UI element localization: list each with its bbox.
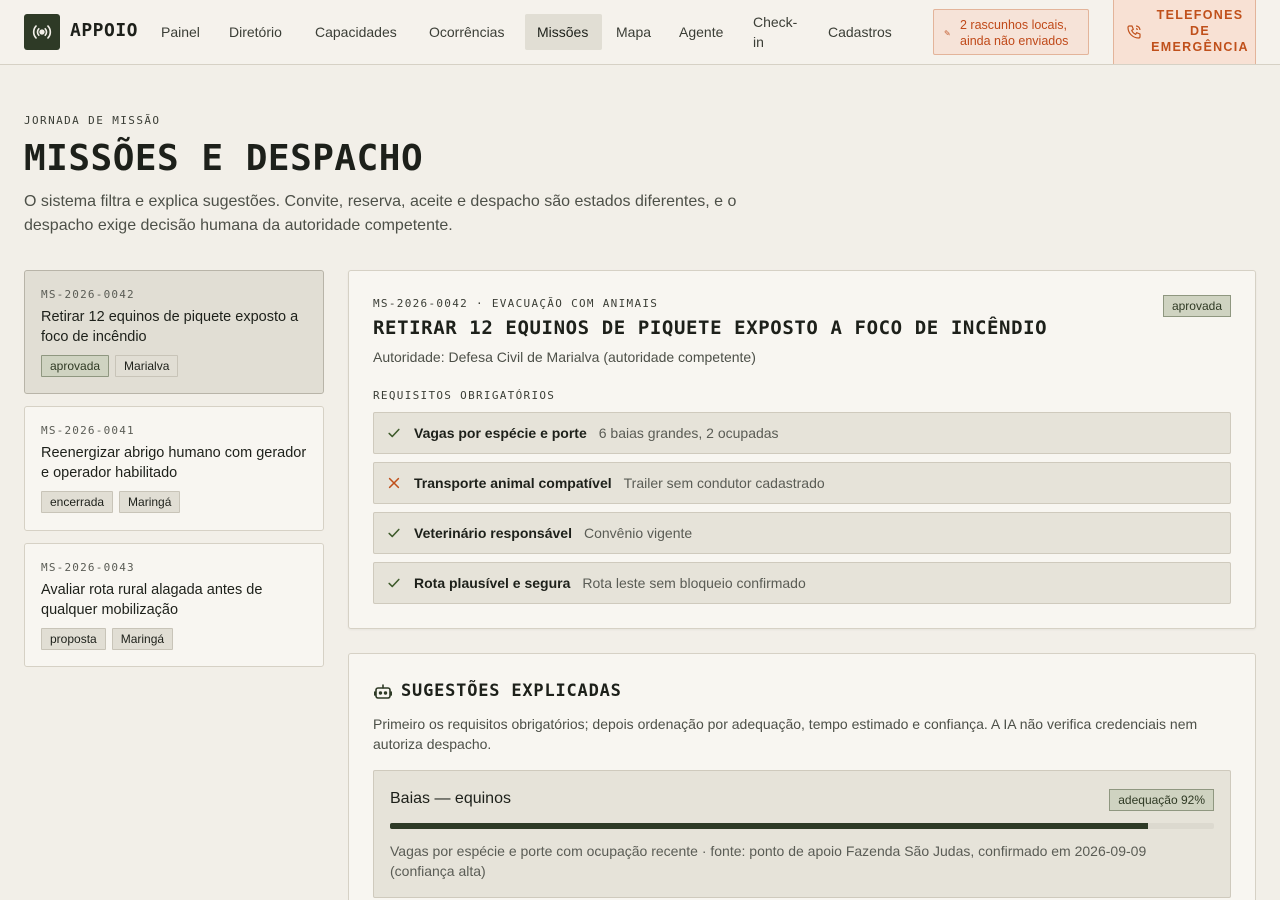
suggestions-panel: SUGESTÕES EXPLICADAS Primeiro os requisi… bbox=[348, 653, 1256, 900]
mission-authority: Autoridade: Defesa Civil de Marialva (au… bbox=[373, 349, 756, 365]
mission-detail-status-badge: aprovada bbox=[1162, 295, 1231, 317]
page-title: MISSÕES E DESPACHO bbox=[24, 138, 424, 179]
mission-detail-code: MS-2026-0042 · EVACUAÇÃO COM ANIMAIS bbox=[373, 297, 659, 310]
requirement-value: Convênio vigente bbox=[583, 525, 693, 541]
requirement-row: Veterinário responsável Convênio vigente bbox=[373, 512, 1231, 554]
mission-card-0043[interactable]: MS-2026-0043 Avaliar rota rural alagada … bbox=[24, 543, 324, 667]
requirement-row: Vagas por espécie e porte 6 baias grandes… bbox=[373, 412, 1231, 454]
check-icon bbox=[388, 428, 400, 438]
nav-cadastros[interactable]: Cadastros bbox=[816, 14, 904, 50]
mission-status-badge: encerrada bbox=[41, 491, 114, 513]
phone-icon bbox=[1127, 25, 1141, 39]
nav-check-in[interactable]: Check-in bbox=[741, 12, 815, 52]
suggestion-name: Baias — equinos bbox=[390, 790, 511, 807]
requirement-row: Rota plausível e segura Rota leste sem bl… bbox=[373, 562, 1231, 604]
mission-detail-panel: MS-2026-0042 · EVACUAÇÃO COM ANIMAIS apr… bbox=[348, 270, 1256, 629]
requirements-heading: REQUISITOS OBRIGATÓRIOS bbox=[373, 389, 556, 402]
top-navigation-bar: APPOIO Painel Diretório Capacidades Ocor… bbox=[0, 0, 1280, 65]
suggestion-score-fill bbox=[390, 823, 1149, 829]
suggestions-title: SUGESTÕES EXPLICADAS bbox=[401, 681, 622, 701]
nav-capacidades[interactable]: Capacidades bbox=[303, 14, 409, 50]
mission-city-badge: Maringá bbox=[119, 491, 181, 513]
mission-status-badge: aprovada bbox=[41, 355, 110, 377]
mission-title: Reenergizar abrigo humano com gerador e … bbox=[41, 445, 307, 481]
nav-missoes[interactable]: Missões bbox=[525, 14, 602, 50]
check-icon bbox=[388, 578, 400, 588]
requirement-value: Rota leste sem bloqueio confirmado bbox=[582, 575, 806, 591]
mission-city-badge: Marialva bbox=[115, 355, 179, 377]
requirement-label: Veterinário responsável bbox=[414, 525, 572, 541]
robot-icon bbox=[374, 684, 392, 699]
broadcast-icon[interactable] bbox=[24, 14, 60, 50]
mission-card-0041[interactable]: MS-2026-0041 Reenergizar abrigo humano c… bbox=[24, 406, 324, 531]
check-icon bbox=[388, 528, 400, 538]
page-description: O sistema filtra e explica sugestões. Co… bbox=[24, 193, 737, 234]
suggestion-item[interactable]: Baias — equinos adequação 92% Vagas por … bbox=[373, 770, 1231, 898]
mission-status-badge: proposta bbox=[41, 628, 106, 650]
requirement-label: Transporte animal compatível bbox=[414, 475, 612, 491]
mission-title: Retirar 12 equinos de piquete exposto a … bbox=[41, 309, 299, 345]
app-name[interactable]: APPOIO bbox=[70, 20, 138, 41]
emergency-phones-button[interactable]: TELEFONES DE EMERGÊNCIA bbox=[1113, 0, 1256, 64]
mission-card-0042[interactable]: MS-2026-0042 Retirar 12 equinos de pique… bbox=[24, 270, 324, 394]
suggestion-detail: Vagas por espécie e porte com ocupação r… bbox=[390, 843, 1147, 879]
mission-city-badge: Maringá bbox=[111, 628, 174, 650]
requirement-label: Vagas por espécie e porte bbox=[414, 425, 587, 441]
nav-mapa[interactable]: Mapa bbox=[604, 14, 663, 50]
requirement-row: Transporte animal compatível Trailer sem … bbox=[373, 462, 1231, 504]
local-drafts-indicator[interactable]: ✎ 2 rascunhos locais, ainda não enviados bbox=[933, 9, 1089, 55]
page-eyebrow: JORNADA DE MISSÃO bbox=[24, 114, 161, 127]
nav-diretorio[interactable]: Diretório bbox=[217, 14, 294, 50]
nav-painel[interactable]: Painel bbox=[149, 14, 212, 50]
requirement-value: 6 baias grandes, 2 ocupadas bbox=[598, 425, 779, 441]
mission-code: MS-2026-0042 bbox=[41, 288, 135, 301]
mission-title: Avaliar rota rural alagada antes de qual… bbox=[41, 582, 263, 618]
mission-detail-title: RETIRAR 12 EQUINOS DE PIQUETE EXPOSTO A … bbox=[373, 317, 1048, 339]
cross-icon bbox=[388, 477, 400, 489]
suggestion-score-bar bbox=[390, 823, 1214, 829]
suggestion-score-badge: adequação 92% bbox=[1109, 789, 1214, 811]
sync-icon: ✎ bbox=[944, 29, 951, 38]
emergency-phones-label: TELEFONES DE EMERGÊNCIA bbox=[1151, 8, 1249, 54]
mission-code: MS-2026-0043 bbox=[41, 561, 135, 574]
suggestions-description: Primeiro os requisitos obrigatórios; dep… bbox=[373, 716, 1198, 752]
requirement-value: Trailer sem condutor cadastrado bbox=[623, 475, 825, 491]
mission-code: MS-2026-0041 bbox=[41, 424, 135, 437]
requirement-label: Rota plausível e segura bbox=[414, 575, 571, 591]
nav-ocorrencias[interactable]: Ocorrências bbox=[417, 14, 516, 50]
local-drafts-text: 2 rascunhos locais, ainda não enviados bbox=[960, 18, 1069, 48]
nav-agente[interactable]: Agente bbox=[667, 14, 735, 50]
